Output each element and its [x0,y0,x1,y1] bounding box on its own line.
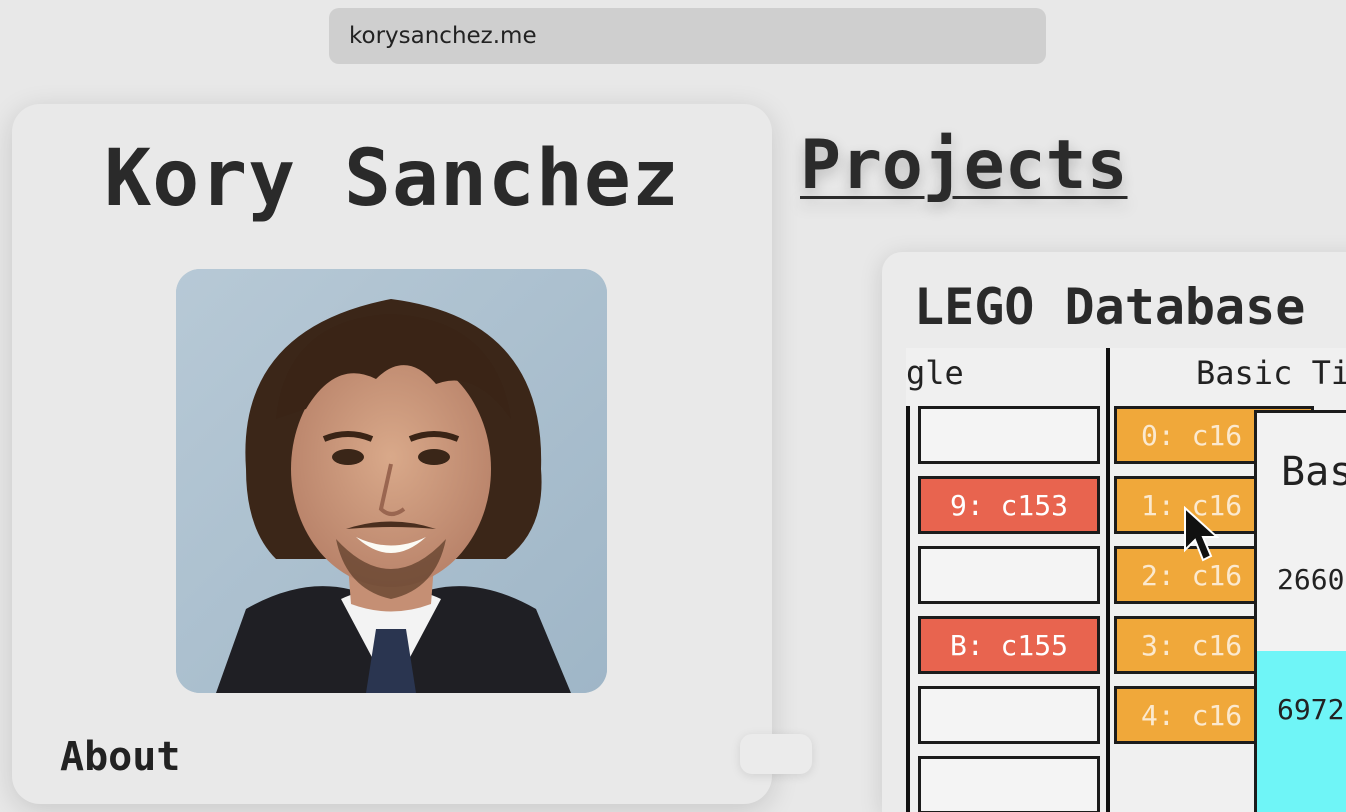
preview-cell [918,686,1100,744]
column-label-left: gle [906,354,964,392]
projects-link[interactable]: Projects [800,132,1128,200]
column-divider [1106,348,1110,812]
url-text: korysanchez.me [349,23,537,49]
popup-highlight-row [1257,651,1346,812]
profile-card: Kory Sanchez About [12,104,772,804]
popup-title: Bas [1281,449,1346,495]
preview-popup: Bas 2660 6972 [1254,410,1346,812]
project-title: LEGO Database [914,278,1306,336]
mouse-pointer-icon [1183,505,1220,566]
column-label-right: Basic Ti [1196,354,1346,392]
preview-cell [918,756,1100,812]
profile-name: Kory Sanchez [104,134,680,224]
preview-cell: 9: c153 [918,476,1100,534]
column-divider [906,406,910,812]
preview-cell: B: c155 [918,616,1100,674]
project-preview-image: gle Basic Ti 9: c153 B: c155 0: c16 1: c… [906,348,1346,812]
preview-cell [918,546,1100,604]
popup-row: 6972 [1277,693,1345,726]
profile-photo [176,269,607,693]
address-bar[interactable]: korysanchez.me [329,8,1046,64]
partial-card-edge [740,734,812,774]
project-card-lego-database[interactable]: LEGO Database gle Basic Ti 9: c153 B: c1… [882,252,1346,812]
popup-row: 2660 [1277,563,1345,596]
about-heading: About [60,734,181,780]
preview-cell [918,406,1100,464]
